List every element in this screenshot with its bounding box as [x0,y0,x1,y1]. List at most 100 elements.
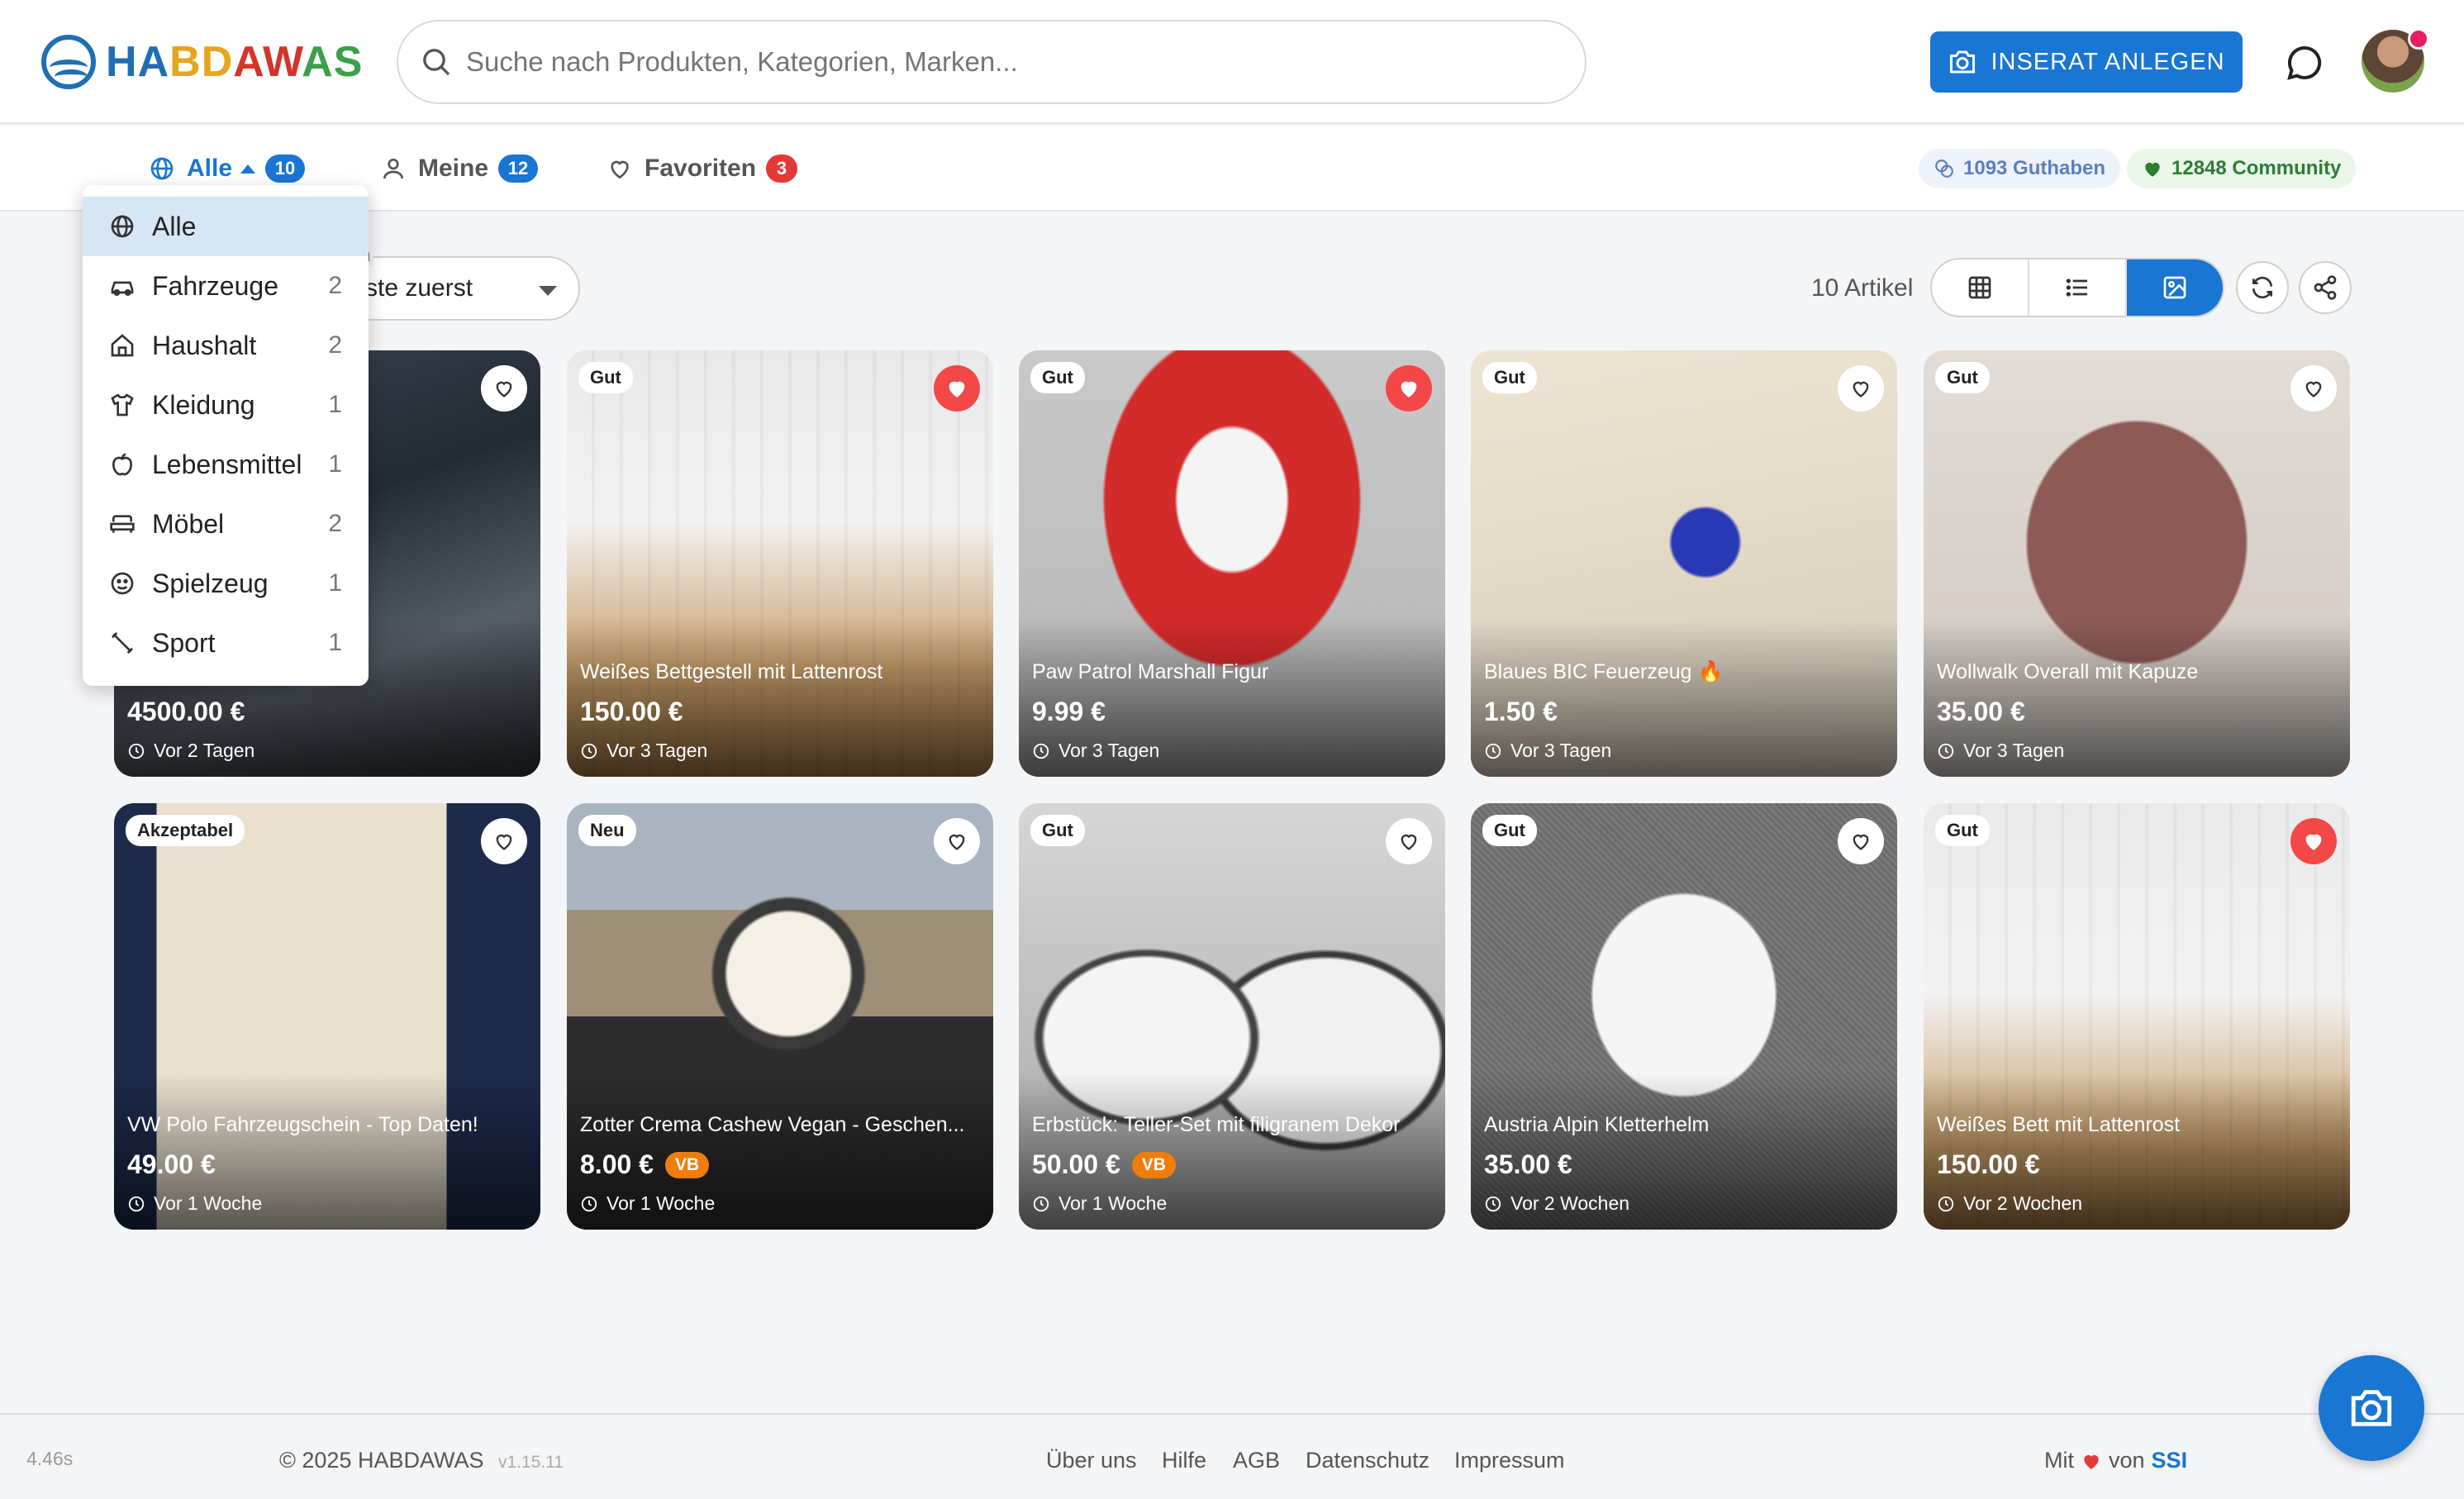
sport-icon [107,630,137,656]
dropdown-item-fahrzeuge[interactable]: Fahrzeuge 2 [83,256,369,316]
favorite-button[interactable] [1386,365,1432,412]
listing-card[interactable]: Neu Zotter Crema Cashew Vegan - Geschen..… [567,803,993,1230]
camera-fab-button[interactable] [2319,1355,2424,1461]
listing-time-row: Vor 3 Tagen [1032,740,1159,762]
caret-up-icon [240,164,256,174]
favorite-button[interactable] [1386,818,1432,864]
listing-price-row: 35.00 € [1937,697,2025,727]
tab-alle-label: Alle [187,155,233,182]
listing-card[interactable]: Gut Weißes Bett mit Lattenrost 150.00 € Vor… [1924,803,2350,1230]
listing-price: 50.00 € [1032,1149,1120,1179]
listing-title: Erbstück: Teller-Set mit filigranem Deko… [1032,1113,1401,1136]
clock-icon [1485,1196,1501,1211]
dropdown-item-lebensmittel[interactable]: Lebensmittel 1 [83,435,369,494]
chat-icon[interactable] [2285,43,2324,83]
condition-badge: Gut [578,362,633,393]
listing-time: Vor 2 Wochen [1963,1192,2083,1214]
listing-price-row: 150.00 € [1937,1149,2040,1180]
made-with: Mit von SSI [2044,1448,2187,1473]
refresh-button[interactable] [2236,261,2289,314]
grid-view-button[interactable] [1932,259,2029,316]
tab-alle[interactable]: Alle 10 [149,149,306,188]
list-view-button[interactable] [2029,259,2127,316]
condition-badge: Gut [1482,362,1537,393]
footer-link-agb[interactable]: AGB [1233,1448,1280,1473]
favorite-button[interactable] [934,365,980,412]
dropdown-item-alle[interactable]: Alle [83,197,369,256]
listing-price: 35.00 € [1937,697,2025,726]
shirt-icon [107,392,137,418]
heart-icon [949,834,965,850]
listing-card[interactable]: Gut Blaues BIC Feuerzeug 🔥 1.50 € Vor 3 Tag… [1471,350,1897,777]
favorite-button[interactable] [481,365,527,412]
image-view-button[interactable] [2127,259,2223,316]
dropdown-item-count: 1 [328,391,342,418]
listing-time: Vor 2 Tagen [154,740,255,761]
footer-link-impressum[interactable]: Impressum [1454,1448,1565,1473]
footer-link-hilfe[interactable]: Hilfe [1162,1448,1206,1473]
share-button[interactable] [2299,261,2352,314]
listing-card[interactable]: Gut Austria Alpin Kletterhelm 35.00 € Vor 2… [1471,803,1897,1230]
tab-favoriten[interactable]: Favoriten 3 [606,149,798,188]
logo[interactable]: HABDAWAS [41,33,363,91]
tab-meine[interactable]: Meine 12 [380,149,539,188]
version: v1.15.11 [498,1453,564,1472]
condition-badge: Gut [1935,362,1990,393]
favorite-button[interactable] [1838,818,1884,864]
footer-link-ueber-uns[interactable]: Über uns [1046,1448,1137,1473]
heart-icon [2305,834,2322,850]
listing-price: 150.00 € [580,697,683,726]
dropdown-item-spielzeug[interactable]: Spielzeug 1 [83,554,369,613]
globe-icon [150,157,174,180]
listing-price: 35.00 € [1484,1149,1572,1179]
search-bar[interactable] [397,20,1586,104]
heart-icon [496,381,512,397]
dropdown-item-label: Sport [152,627,216,658]
coins-icon [1935,159,1953,178]
listing-time-row: Vor 2 Wochen [1937,1192,2082,1215]
listing-card[interactable]: Gut Wollwalk Overall mit Kapuze 35.00 € Vor… [1924,350,2350,777]
favorite-button[interactable] [1838,365,1884,412]
heart-icon [1853,381,1869,397]
community-text: 12848 Community [2171,157,2342,179]
listing-time: Vor 1 Woche [1058,1192,1168,1214]
clock-icon [128,1196,145,1211]
create-listing-button[interactable]: INSERAT ANLEGEN [1930,31,2243,93]
guthaben-badge[interactable]: 1093 Guthaben [1919,149,2121,188]
favorite-button[interactable] [2290,365,2337,412]
listing-card[interactable]: Gut Erbstück: Teller-Set mit filigranem D… [1019,803,1445,1230]
clock-icon [1485,743,1501,759]
condition-badge: Neu [578,815,636,846]
listing-price-row: 50.00 € VB [1032,1149,1176,1180]
grid-icon [1968,276,1991,299]
listing-card[interactable]: Akzeptabel VW Polo Fahrzeugschein - Top D… [114,803,540,1230]
listing-card[interactable]: Gut Weißes Bettgestell mit Lattenrost 150.… [567,350,993,777]
condition-badge: Gut [1482,815,1537,846]
favorite-button[interactable] [481,818,527,864]
dropdown-item-haushalt[interactable]: Haushalt 2 [83,316,369,375]
listing-time: Vor 1 Woche [154,1192,263,1214]
listing-price-row: 4500.00 € [127,697,245,727]
dropdown-item-label: Möbel [152,508,225,539]
condition-badge: Gut [1935,815,1990,846]
dropdown-item-kleidung[interactable]: Kleidung 1 [83,375,369,435]
heart-icon [496,834,512,850]
dropdown-item-sport[interactable]: Sport 1 [83,613,369,673]
favorite-button[interactable] [2290,818,2337,864]
clock-icon [1938,1196,1954,1211]
listing-title: Zotter Crema Cashew Vegan - Geschen... [580,1113,965,1136]
camera-icon [2351,1390,2392,1426]
dropdown-item-m-bel[interactable]: Möbel 2 [83,494,369,554]
clock-icon [1938,743,1954,759]
sofa-icon [107,511,137,537]
community-badge[interactable]: 12848 Community [2127,149,2357,188]
footer-link-datenschutz[interactable]: Datenschutz [1306,1448,1429,1473]
listing-title: Blaues BIC Feuerzeug 🔥 [1484,660,1724,683]
made-by-link[interactable]: SSI [2152,1448,2188,1473]
search-input[interactable] [466,46,1540,78]
favorite-button[interactable] [934,818,980,864]
listing-price-row: 150.00 € [580,697,683,727]
avatar[interactable] [2362,28,2429,93]
listing-card[interactable]: Gut Paw Patrol Marshall Figur 9.99 € Vor 3 … [1019,350,1445,777]
listing-price: 4500.00 € [127,697,245,726]
